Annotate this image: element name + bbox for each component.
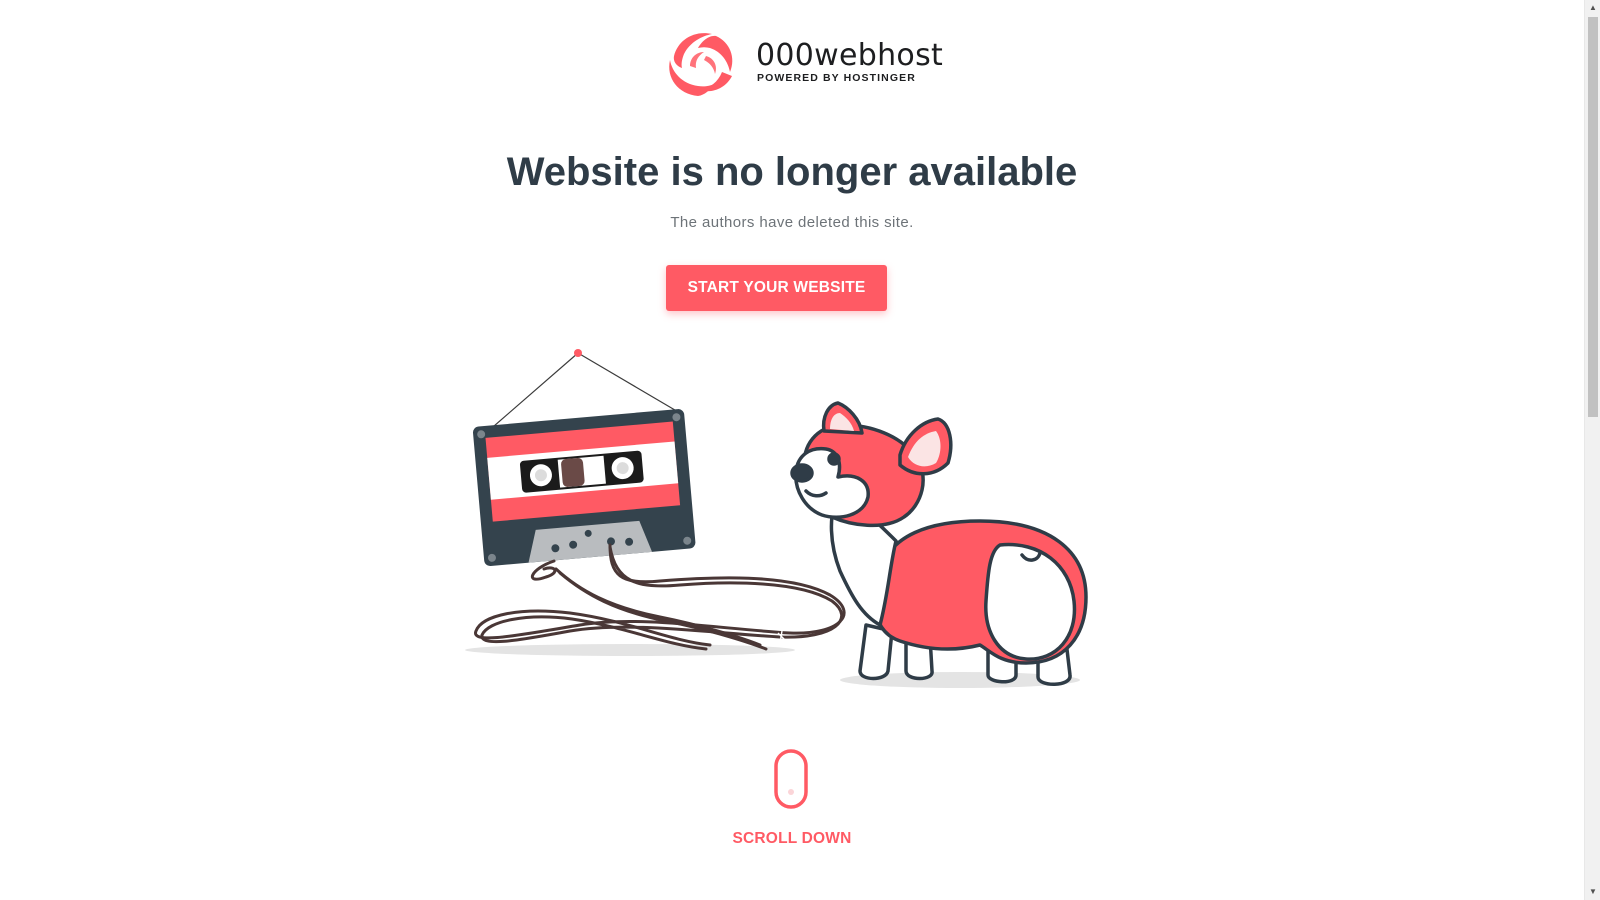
logo-tagline: POWERED BY HOSTINGER xyxy=(757,72,916,84)
scroll-up-arrow-icon[interactable]: ▲ xyxy=(1585,0,1600,16)
page-subtitle: The authors have deleted this site. xyxy=(670,214,914,231)
start-website-button[interactable]: START YOUR WEBSITE xyxy=(666,265,887,311)
logo-wordmark: 000webhost xyxy=(756,38,944,73)
page: 000webhost POWERED BY HOSTINGER Website … xyxy=(0,0,1600,900)
shadow xyxy=(465,644,795,656)
cassette-and-corgi-illustration xyxy=(465,349,1088,688)
swirl-logo-icon xyxy=(669,33,733,96)
corgi-dog-icon xyxy=(790,401,1088,686)
cassette-tape-icon xyxy=(472,349,846,651)
mouse-scroll-icon[interactable] xyxy=(773,748,809,810)
logo[interactable]: 000webhost POWERED BY HOSTINGER xyxy=(660,26,943,98)
page-title: Website is no longer available xyxy=(506,150,1078,194)
main-content: 000webhost POWERED BY HOSTINGER Website … xyxy=(0,0,1584,900)
scroll-down-link[interactable]: SCROLL DOWN xyxy=(0,830,1584,848)
scroll-down-arrow-icon[interactable]: ▼ xyxy=(1585,884,1600,900)
scrollbar-thumb[interactable] xyxy=(1588,17,1598,417)
vertical-scrollbar[interactable]: ▲ ▼ xyxy=(1584,0,1600,900)
